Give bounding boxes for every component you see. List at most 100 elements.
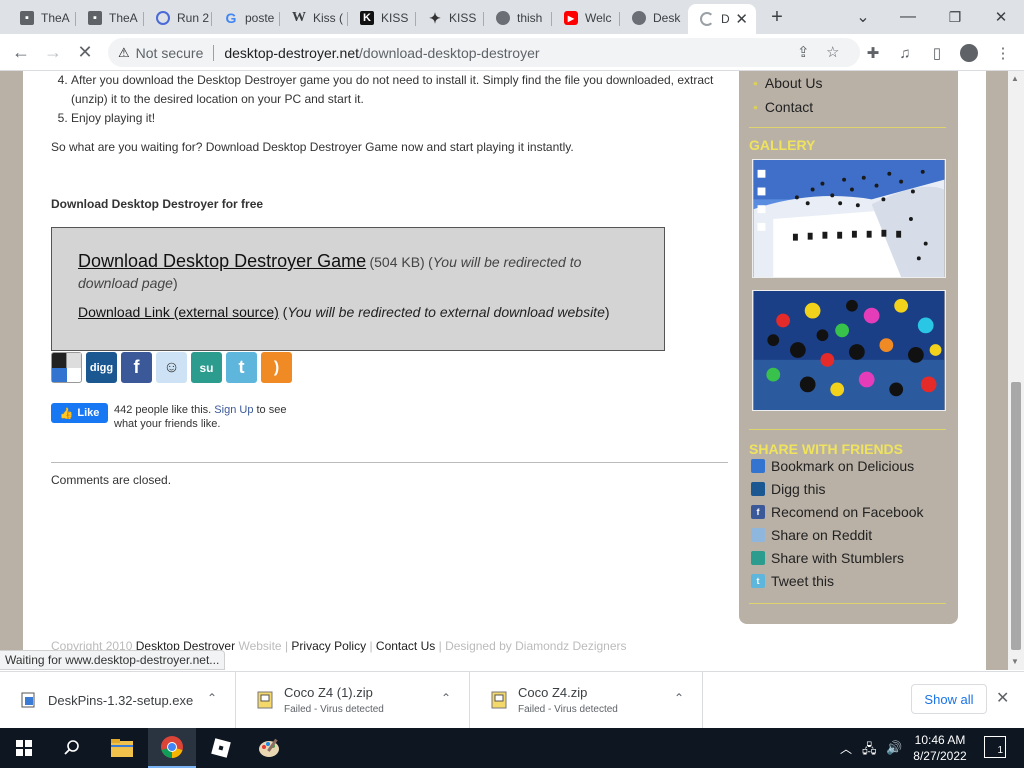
share-reddit[interactable]: Share on Reddit bbox=[751, 523, 924, 546]
article: After you download the Desktop Destroyer… bbox=[51, 71, 731, 653]
share-icon[interactable]: ⇪ bbox=[797, 43, 810, 61]
tab-8[interactable]: thish bbox=[484, 4, 552, 32]
scroll-up-icon[interactable]: ▲ bbox=[1011, 74, 1019, 83]
windows-start-icon[interactable] bbox=[0, 728, 48, 768]
scroll-down-icon[interactable]: ▼ bbox=[1011, 657, 1019, 666]
tab-5[interactable]: W Kiss ( bbox=[280, 4, 348, 32]
tab-title: KISS bbox=[449, 11, 477, 25]
download-name: DeskPins-1.32-setup.exe bbox=[48, 692, 194, 708]
show-all-button[interactable]: Show all bbox=[911, 684, 987, 714]
media-control-icon[interactable]: ♫ bbox=[894, 42, 916, 64]
delicious-icon[interactable] bbox=[51, 352, 82, 383]
share-facebook[interactable]: f Recomend on Facebook bbox=[751, 500, 924, 523]
new-tab-button[interactable]: + bbox=[764, 4, 790, 30]
network-icon[interactable]: 🖧 bbox=[862, 740, 877, 762]
tab-6[interactable]: K KISS bbox=[348, 4, 416, 32]
zip-file-icon bbox=[491, 691, 507, 709]
share-twitter[interactable]: t Tweet this bbox=[751, 569, 924, 592]
clock-time: 10:46 AM bbox=[914, 733, 966, 747]
address-bar[interactable]: ⚠ Not secure desktop-destroyer.net/downl… bbox=[108, 38, 860, 67]
restore-button[interactable]: ❐ bbox=[942, 4, 968, 30]
menu-kebab-icon[interactable]: ⋮ bbox=[992, 42, 1014, 64]
footer-contact-link[interactable]: Contact Us bbox=[376, 639, 435, 653]
rss-icon[interactable]: ) bbox=[261, 352, 292, 383]
profile-avatar-icon[interactable] bbox=[958, 42, 980, 64]
volume-icon[interactable]: 🔊 bbox=[886, 740, 902, 756]
chevron-up-icon[interactable]: ︿ bbox=[840, 740, 852, 757]
download-item[interactable]: Coco Z4 (1).zip Failed - Virus detected … bbox=[236, 672, 470, 728]
share-delicious[interactable]: Bookmark on Delicious bbox=[751, 454, 924, 477]
tab-10[interactable]: Desk bbox=[620, 4, 688, 32]
chrome-icon[interactable] bbox=[148, 728, 196, 768]
browser-toolbar: ← → ✕ ⚠ Not secure desktop-destroyer.net… bbox=[0, 34, 1024, 71]
google-icon: G bbox=[225, 10, 237, 26]
share-stumbleupon[interactable]: Share with Stumblers bbox=[751, 546, 924, 569]
globe-icon bbox=[632, 11, 646, 25]
minimize-button[interactable]: — bbox=[895, 4, 921, 30]
clock[interactable]: 10:46 AM 8/27/2022 bbox=[910, 732, 970, 764]
chevron-up-icon[interactable]: ⌃ bbox=[207, 691, 217, 705]
twitter-icon[interactable]: t bbox=[226, 352, 257, 383]
roblox-icon[interactable] bbox=[197, 728, 245, 768]
tab-7[interactable]: ✦ KISS bbox=[416, 4, 484, 32]
gallery-image-1[interactable] bbox=[752, 159, 946, 278]
like-text: 442 people like this. Sign Up to see wha… bbox=[114, 403, 294, 431]
external-note: You will be redirected to external downl… bbox=[287, 304, 605, 320]
tab-search-button[interactable]: ⌄ bbox=[850, 4, 876, 30]
gallery-image-2[interactable] bbox=[752, 290, 946, 411]
facebook-like-button[interactable]: 👍 Like bbox=[51, 403, 108, 423]
share-digg[interactable]: Digg this bbox=[751, 477, 924, 500]
stumbleupon-icon[interactable]: su bbox=[191, 352, 222, 383]
search-icon[interactable] bbox=[48, 728, 96, 768]
digg-icon[interactable]: digg bbox=[86, 352, 117, 383]
notification-count: 1 bbox=[997, 745, 1003, 756]
close-shelf-icon[interactable]: ✕ bbox=[996, 688, 1009, 708]
url-path: /download-desktop-destroyer bbox=[359, 44, 540, 61]
share-label: Recomend on Facebook bbox=[771, 503, 924, 520]
stop-loading-icon[interactable]: ✕ bbox=[72, 39, 98, 65]
vertical-scrollbar[interactable]: ▲ ▼ bbox=[1008, 71, 1024, 670]
warning-icon[interactable]: ⚠ bbox=[118, 45, 130, 61]
scrollbar-thumb[interactable] bbox=[1011, 382, 1021, 650]
download-heading: Download Desktop Destroyer for free bbox=[51, 197, 264, 211]
book-icon: ▪ bbox=[88, 11, 102, 25]
side-panel-icon[interactable]: ▯ bbox=[926, 42, 948, 64]
clock-date: 8/27/2022 bbox=[913, 749, 967, 763]
tab-4[interactable]: G poste bbox=[212, 4, 280, 32]
digg-icon bbox=[751, 481, 765, 496]
tab-1[interactable]: ▪ TheA bbox=[8, 4, 76, 32]
chevron-up-icon[interactable]: ⌃ bbox=[674, 691, 684, 705]
facebook-icon[interactable]: f bbox=[121, 352, 152, 383]
external-download-link[interactable]: Download Link (external source) bbox=[78, 304, 279, 320]
share-label: Tweet this bbox=[771, 572, 835, 589]
back-arrow-icon[interactable]: ← bbox=[8, 39, 34, 65]
footer-sep: | bbox=[438, 639, 442, 653]
download-game-link[interactable]: Download Desktop Destroyer Game bbox=[78, 251, 366, 271]
file-explorer-icon[interactable] bbox=[98, 728, 146, 768]
tab-9[interactable]: ▶ Welc bbox=[552, 4, 620, 32]
security-label[interactable]: Not secure bbox=[136, 45, 204, 61]
tab-2[interactable]: ▪ TheA bbox=[76, 4, 144, 32]
sidebar-item-about[interactable]: About Us bbox=[753, 71, 823, 95]
notification-icon[interactable]: 1 bbox=[984, 736, 1006, 758]
close-tab-icon[interactable]: ✕ bbox=[735, 10, 748, 28]
close-window-button[interactable]: ✕ bbox=[988, 4, 1014, 30]
reddit-icon[interactable]: ☺ bbox=[156, 352, 187, 383]
list-item: After you download the Desktop Destroyer… bbox=[71, 71, 731, 109]
paint-icon[interactable] bbox=[245, 728, 293, 768]
thumbs-up-icon: 👍 bbox=[59, 407, 74, 420]
zip-file-icon bbox=[257, 691, 273, 709]
download-status: Failed - Virus detected bbox=[284, 704, 384, 715]
download-item[interactable]: DeskPins-1.32-setup.exe ⌃ bbox=[0, 672, 236, 728]
forward-arrow-icon[interactable]: → bbox=[40, 39, 66, 65]
tab-3[interactable]: Run 2 bbox=[144, 4, 212, 32]
tab-active[interactable]: D ✕ bbox=[688, 4, 756, 34]
sidebar-item-contact[interactable]: Contact bbox=[753, 95, 823, 119]
bookmark-star-icon[interactable]: ☆ bbox=[826, 43, 839, 61]
divider bbox=[749, 127, 946, 128]
chevron-up-icon[interactable]: ⌃ bbox=[441, 691, 451, 705]
extensions-puzzle-icon[interactable]: ✚ bbox=[862, 42, 884, 64]
download-item[interactable]: Coco Z4.zip Failed - Virus detected ⌃ bbox=[470, 672, 703, 728]
footer-privacy-link[interactable]: Privacy Policy bbox=[291, 639, 366, 653]
sign-up-link[interactable]: Sign Up bbox=[214, 404, 253, 416]
